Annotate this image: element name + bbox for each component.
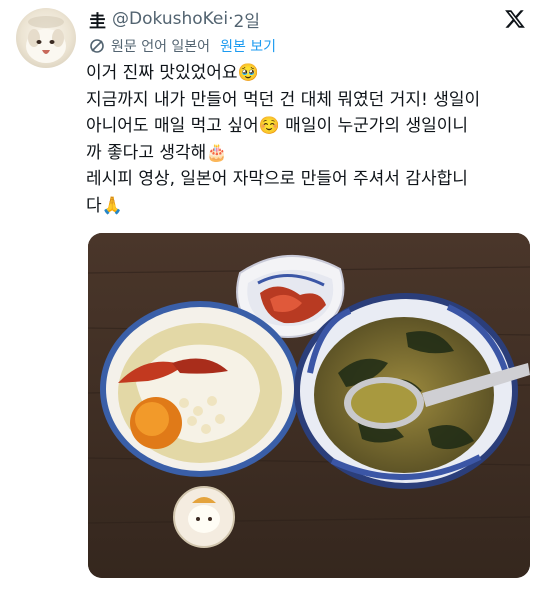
tweet-line: 다🙏 [86, 195, 123, 216]
tweet-line: 까 좋다고 생각해🎂 [86, 142, 228, 163]
avatar-illustration [26, 16, 66, 63]
tweet-time[interactable]: 2일 [234, 7, 260, 32]
display-name[interactable]: 圭 [89, 7, 106, 32]
tweet-text: 이거 진짜 맛있었어요🥹 지금까지 내가 만들어 먹던 건 대체 뭐였던 거지!… [86, 60, 532, 219]
rice-bowl [100, 301, 300, 477]
sticker [173, 486, 235, 548]
translate-icon [90, 39, 104, 53]
show-original-link[interactable]: 원본 보기 [220, 36, 276, 56]
translation-label: 원문 언어 일본어 [111, 39, 211, 55]
tweet-line: 아니어도 매일 먹고 싶어☺️ 매일이 누군가의 생일이니 [86, 116, 469, 136]
tweet-line: 이거 진짜 맛있었어요🥹 [86, 63, 259, 83]
tweet-line: 지금까지 내가 만들어 먹던 건 대체 뭐였던 거지! 생일이 [86, 89, 481, 110]
avatar[interactable] [16, 8, 76, 68]
handle[interactable]: @DokushoKei [112, 9, 228, 29]
food-photo-illustration [88, 233, 530, 578]
tweet-line: 레시피 영상, 일본어 자막으로 만들어 주셔서 감사합니 [86, 169, 468, 189]
tweet-header: 圭 @DokushoKei · 2일 [89, 6, 526, 32]
translation-notice: 원문 언어 일본어 원본 보기 [89, 36, 276, 56]
tweet-photo[interactable] [88, 233, 530, 578]
x-logo-icon[interactable] [504, 8, 526, 30]
